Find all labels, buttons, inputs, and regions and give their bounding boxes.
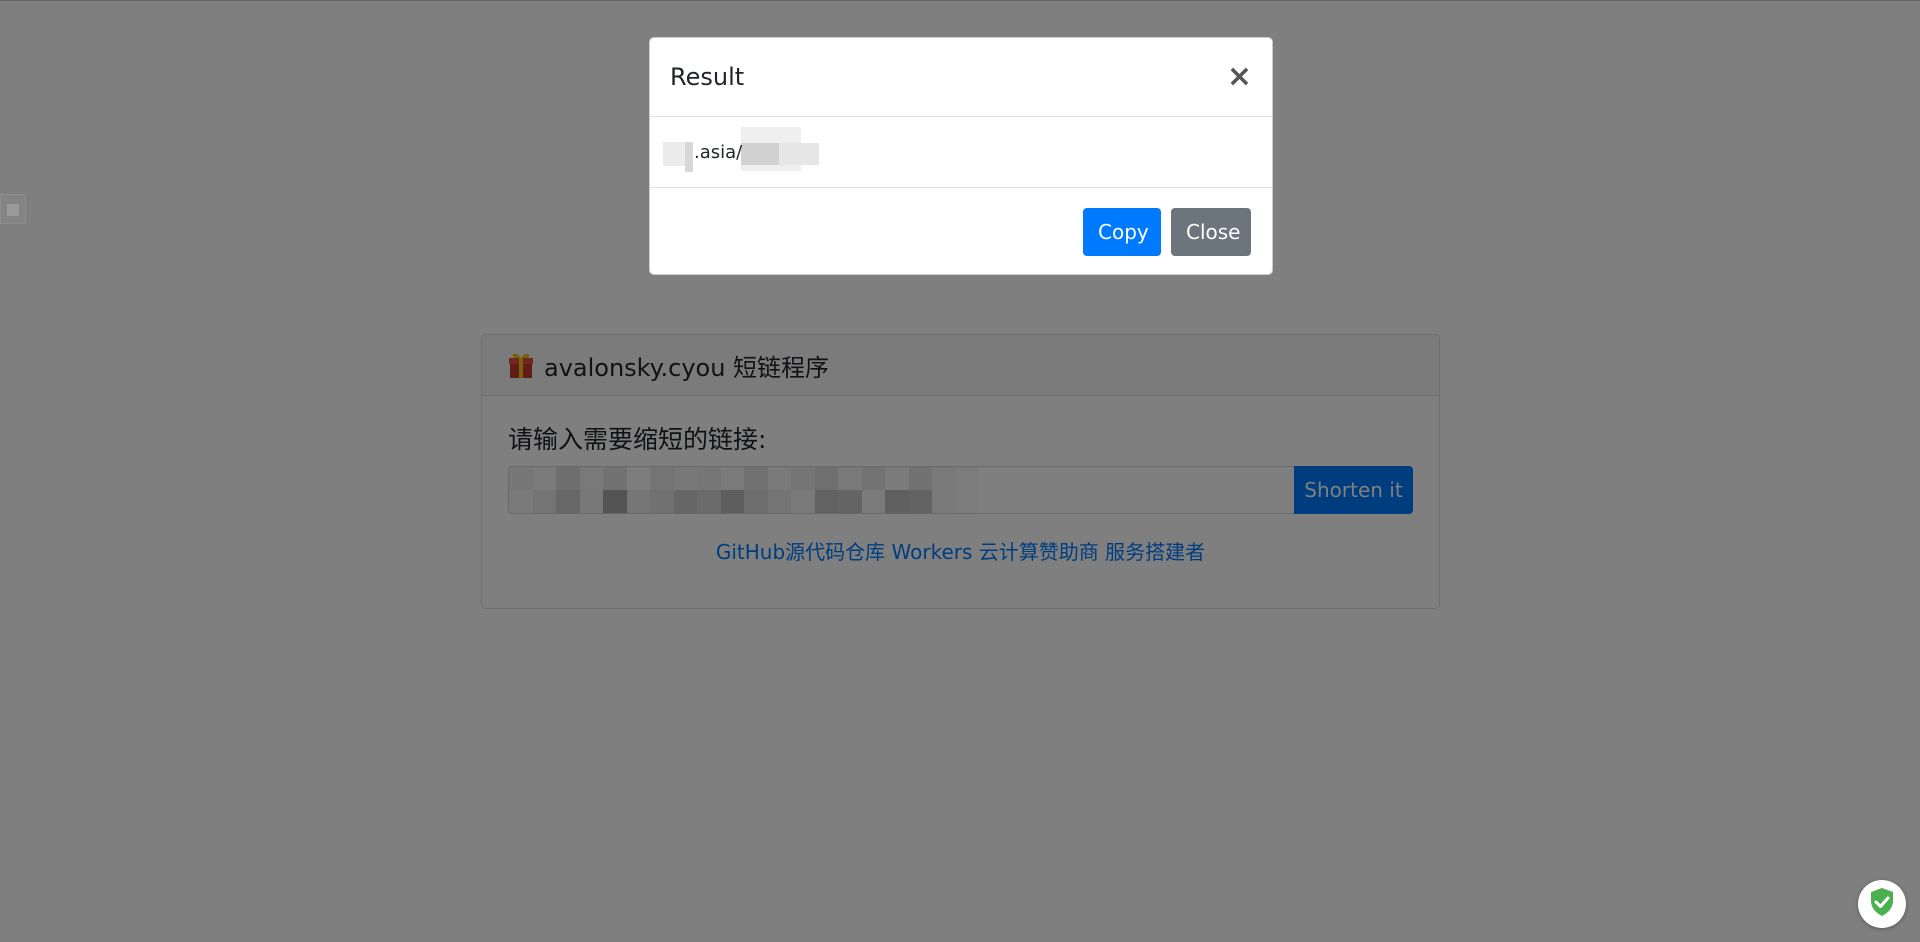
page: avalonsky.cyou 短链程序 请输入需要缩短的链接: Shorten … [0,0,1920,942]
modal-header: Result × [650,38,1272,117]
modal-footer: Copy Close [650,188,1272,275]
side-widget[interactable] [0,194,26,224]
close-button[interactable]: Close [1171,207,1251,256]
shield-badge[interactable] [1858,880,1906,928]
modal-body: .asia/ [650,117,1272,188]
modal-title: Result [670,63,745,91]
redacted-block [685,142,693,172]
redacted-block [663,142,685,166]
redacted-block [741,143,779,165]
redacted-block [779,143,819,165]
copy-button[interactable]: Copy [1083,207,1161,256]
close-icon[interactable]: × [1227,62,1252,92]
result-modal: Result × .asia/ Copy Close [649,37,1273,275]
side-widget-square [7,204,19,216]
shield-check-icon [1869,887,1895,921]
result-url-text: .asia/ [694,141,743,163]
